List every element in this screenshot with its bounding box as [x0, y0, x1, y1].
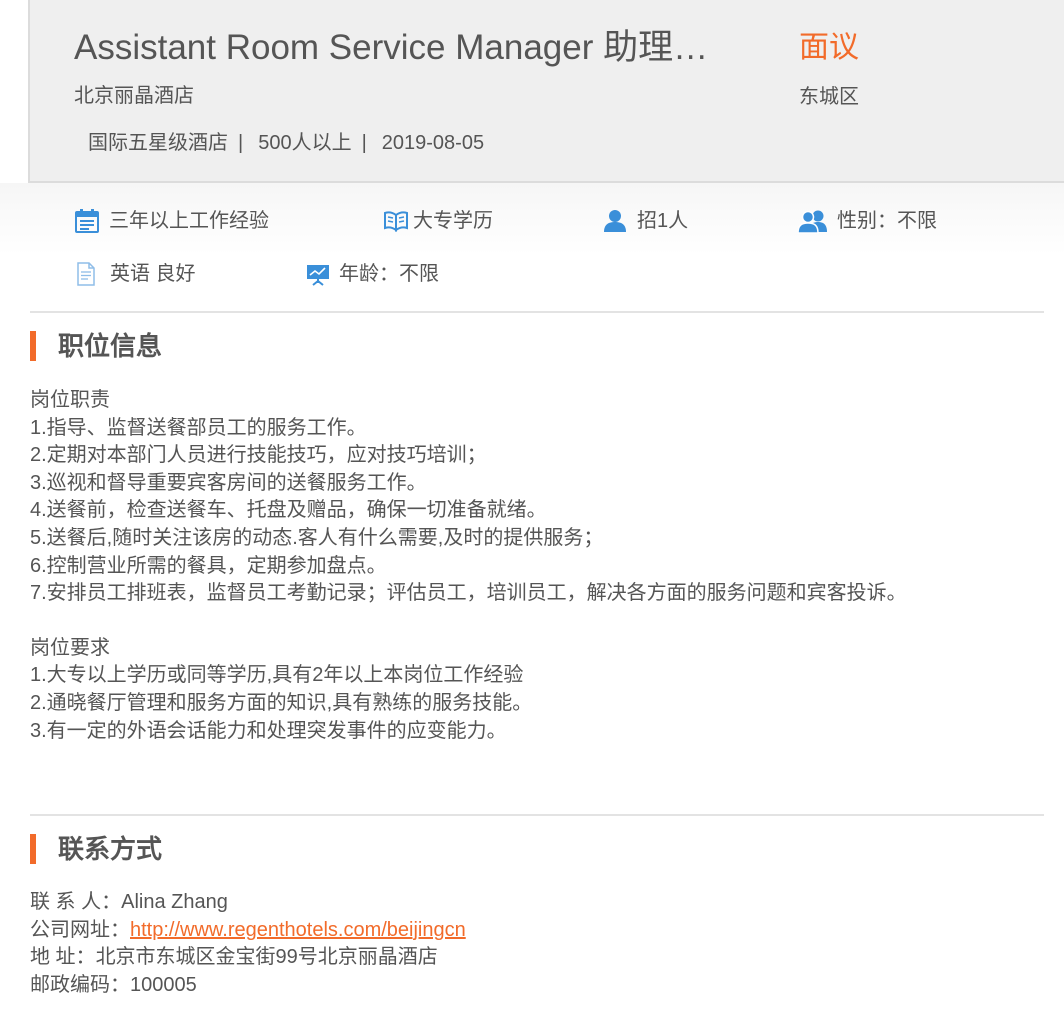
- company-type: 国际五星级酒店: [88, 132, 228, 154]
- contact-heading: 联系方式: [30, 834, 162, 864]
- requirement-item: 2.通晓餐厅管理和服务方面的知识,具有熟练的服务技能。: [30, 691, 533, 714]
- req-headcount: 招1人: [602, 208, 688, 234]
- presentation-icon: [306, 262, 330, 286]
- req-education: 大专学历: [383, 208, 493, 234]
- divider: [30, 311, 1044, 313]
- duty-item: 3.巡视和督导重要宾客房间的送餐服务工作。: [30, 471, 427, 494]
- calendar-icon: [74, 208, 100, 234]
- job-info-heading-text: 职位信息: [58, 331, 163, 361]
- contact-person-name: Alina Zhang: [121, 891, 228, 913]
- address-label: 地 址：: [30, 946, 96, 969]
- postcode-label: 邮政编码：: [30, 973, 130, 996]
- req-age-label: 年龄：不限: [339, 263, 439, 285]
- contact-info: 联 系 人：Alina Zhang 公司网址：http://www.regent…: [30, 889, 466, 999]
- document-icon: [76, 262, 96, 286]
- address-text: 北京市东城区金宝街99号北京丽晶酒店: [95, 946, 438, 969]
- section-accent-bar: [30, 834, 36, 864]
- salary-text: 面议: [799, 31, 859, 64]
- req-experience-label: 三年以上工作经验: [109, 210, 269, 232]
- job-title: Assistant Room Service Manager 助理…: [74, 28, 709, 67]
- postcode-row: 邮政编码：100005: [30, 972, 466, 1000]
- company-meta-row: 国际五星级酒店 | 500人以上 | 2019-08-05: [88, 130, 484, 156]
- duty-item: 1.指导、监督送餐部员工的服务工作。: [30, 416, 367, 439]
- req-gender: 性别：不限: [798, 208, 937, 234]
- address-row: 地 址：北京市东城区金宝街99号北京丽晶酒店: [30, 944, 466, 972]
- contact-person-row: 联 系 人：Alina Zhang: [30, 889, 466, 917]
- website-label: 公司网址：: [30, 918, 130, 941]
- requirement-item: 3.有一定的外语会话能力和处理突发事件的应变能力。: [30, 719, 507, 742]
- job-info-heading: 职位信息: [30, 331, 162, 361]
- meta-separator: |: [238, 132, 244, 154]
- company-name[interactable]: 北京丽晶酒店: [74, 83, 194, 109]
- requirements-strip: [0, 183, 1064, 313]
- duty-item: 7.安排员工排班表，监督员工考勤记录；评估员工，培训员工，解决各方面的服务问题和…: [30, 582, 907, 605]
- job-description: 岗位职责 1.指导、监督送餐部员工的服务工作。 2.定期对本部门人员进行技能技巧…: [30, 387, 907, 745]
- req-language-label: 英语 良好: [110, 263, 196, 285]
- district-text: 东城区: [799, 86, 859, 108]
- postcode-text: 100005: [130, 973, 197, 996]
- post-date: 2019-08-05: [381, 132, 485, 154]
- section-accent-bar: [30, 331, 36, 361]
- requirements-title: 岗位要求: [30, 636, 110, 659]
- req-language: 英语 良好: [76, 261, 196, 287]
- contact-person-label: 联 系 人：: [30, 891, 122, 913]
- meta-separator: |: [361, 132, 367, 154]
- duties-title: 岗位职责: [30, 389, 110, 411]
- duty-item: 5.送餐后,随时关注该房的动态.客人有什么需要,及时的提供服务；: [30, 526, 604, 549]
- contact-heading-text: 联系方式: [58, 834, 163, 864]
- duty-item: 6.控制营业所需的餐具，定期参加盘点。: [30, 554, 387, 577]
- book-icon: [383, 208, 409, 234]
- req-age: 年龄：不限: [306, 261, 439, 287]
- divider: [30, 814, 1044, 816]
- req-gender-label: 性别：不限: [837, 210, 937, 232]
- duty-item: 2.定期对本部门人员进行技能技巧，应对技巧培训；: [30, 444, 487, 467]
- website-link[interactable]: http://www.regenthotels.com/beijingcn: [130, 919, 466, 941]
- website-row: 公司网址：http://www.regenthotels.com/beijing…: [30, 917, 466, 945]
- requirement-item: 1.大专以上学历或同等学历,具有2年以上本岗位工作经验: [30, 664, 524, 687]
- person-icon: [602, 208, 628, 234]
- req-experience: 三年以上工作经验: [74, 208, 269, 234]
- req-headcount-label: 招1人: [637, 210, 689, 232]
- duty-item: 4.送餐前，检查送餐车、托盘及赠品，确保一切准备就绪。: [30, 499, 547, 522]
- req-education-label: 大专学历: [413, 210, 493, 232]
- company-size: 500人以上: [258, 132, 352, 154]
- people-icon: [798, 208, 828, 234]
